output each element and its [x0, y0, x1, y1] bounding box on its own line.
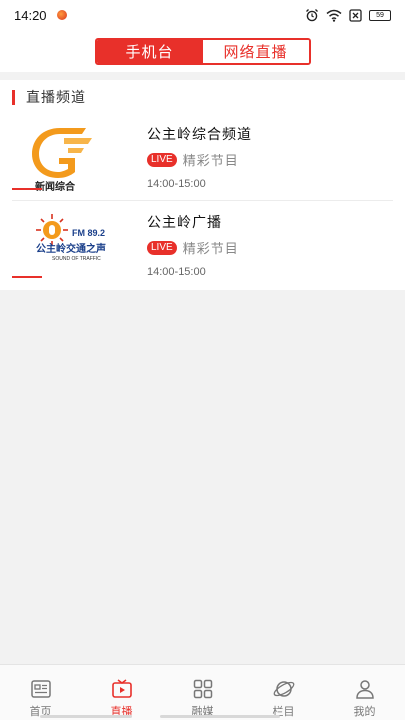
program-name: 精彩节目	[182, 242, 239, 257]
user-icon	[355, 680, 374, 699]
live-badge: LIVE	[147, 240, 177, 255]
nav-item-media[interactable]: 融媒	[162, 665, 243, 720]
radio-logo-subtext: SOUND OF TRAFFIC	[52, 256, 101, 262]
battery-icon: 59	[369, 9, 391, 21]
alarm-icon	[306, 9, 318, 22]
wifi-icon	[326, 9, 342, 22]
radio-frequency: FM 89.2	[72, 228, 105, 238]
status-bar: 14:20 59	[0, 0, 405, 30]
channel-indicator	[12, 188, 42, 190]
planet-icon	[273, 681, 294, 697]
channel-name: 公主岭广播	[147, 215, 222, 231]
radio-logo-text: 公主岭交通之声	[36, 242, 106, 255]
segmented-tabs: 手机台 网络直播	[94, 37, 311, 65]
tab-mobile-tv[interactable]: 手机台	[96, 39, 203, 63]
status-icons: 59	[305, 8, 391, 22]
notification-dot-icon	[56, 10, 67, 20]
channel-name: 公主岭综合频道	[147, 127, 252, 143]
channel-item-tv[interactable]: 新闻综合 公主岭综合频道 LIVE 精彩节目 14:00-15:00	[0, 116, 405, 204]
news-channel-logo: 新闻综合	[32, 128, 92, 193]
live-row: LIVE 精彩节目	[147, 238, 239, 257]
nav-scroll-indicator	[40, 715, 132, 718]
sim-off-icon	[349, 8, 362, 22]
news-icon	[30, 680, 51, 698]
news-logo-text: 新闻综合	[35, 180, 76, 193]
live-badge: LIVE	[147, 152, 177, 167]
channel-item-radio[interactable]: FM 89.2 公主岭交通之声 SOUND OF TRAFFIC 公主岭广播 L…	[0, 204, 405, 292]
nav-item-columns[interactable]: 栏目	[243, 665, 324, 720]
section-title-text: 直播频道	[26, 90, 86, 106]
program-name: 精彩节目	[182, 154, 239, 169]
live-tv-icon	[111, 679, 132, 698]
nav-scroll-indicator	[160, 715, 280, 718]
channel-list: 直播频道 新闻综合 公主岭综合频道 LIVE 精彩节目 14:00-15:00	[0, 80, 405, 290]
bottom-nav: 首页 直播 融媒 栏目 我的	[0, 664, 405, 720]
channel-indicator	[12, 276, 42, 278]
header: 手机台 网络直播	[0, 30, 405, 72]
live-row: LIVE 精彩节目	[147, 150, 239, 169]
status-time: 14:20	[14, 7, 47, 23]
section-marker	[12, 89, 15, 105]
grid-icon	[193, 679, 212, 699]
nav-item-mine[interactable]: 我的	[324, 665, 405, 720]
nav-item-live[interactable]: 直播	[81, 665, 162, 720]
divider	[12, 200, 393, 201]
program-time: 14:00-15:00	[147, 178, 206, 190]
program-time: 14:00-15:00	[147, 266, 206, 278]
section-title: 直播频道	[12, 88, 86, 106]
nav-item-home[interactable]: 首页	[0, 665, 81, 720]
radio-channel-logo: FM 89.2 公主岭交通之声 SOUND OF TRAFFIC	[36, 214, 106, 262]
nav-label: 我的	[353, 705, 376, 718]
tab-web-live[interactable]: 网络直播	[202, 39, 309, 63]
